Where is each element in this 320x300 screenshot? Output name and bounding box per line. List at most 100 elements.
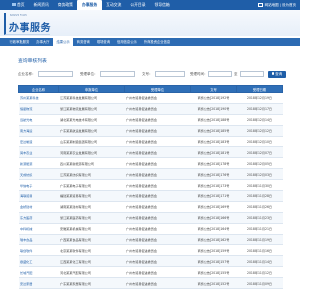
nav-item[interactable]: 领导信箱	[150, 0, 174, 10]
table-row[interactable]: 鼎盛化工 江西某某化工有限公司 广州市贸易促进委员会 商务公告[2018]157号 20…	[18, 255, 283, 268]
top-right-links[interactable]: 网站地图 | 设为首页	[257, 0, 296, 10]
table-cell: 2018年12月10日	[236, 136, 283, 148]
search-icon	[271, 71, 275, 75]
table-cell: 广州市贸易促进委员会	[124, 92, 191, 104]
company-link[interactable]: 华信电子	[18, 179, 59, 192]
company-link[interactable]: 远航光电	[18, 114, 59, 126]
table-row[interactable]: 瑞丰食品 广西某某食品有限公司 广州市贸易促进委员会 商务公告[2018]162号 20…	[18, 234, 283, 246]
table-row[interactable]: 宏达制造 山东某某制造集团有限公司 广州市贸易促进委员会 商务公告[2018]183号…	[18, 136, 283, 148]
nav-item[interactable]: 办事服务	[77, 0, 102, 10]
table-cell: 商务公告[2018]157号	[190, 255, 237, 268]
table-row[interactable]: 中科机械 安徽某某机械有限公司 广州市贸易促进委员会 商务公告[2018]164号 20…	[18, 223, 283, 235]
section-subtitle: BANSHI FUWU	[10, 13, 28, 17]
sub-nav-item[interactable]: 结果公示	[52, 38, 74, 46]
table-row[interactable]: 海联贸易 福建某某贸易有限公司 广州市贸易促进委员会 商务公告[2018]171号 20…	[18, 190, 283, 202]
company-link[interactable]: 安达家居	[18, 277, 59, 290]
company-link[interactable]: 金桥建材	[18, 201, 59, 213]
table-cell: 广州市贸易促进委员会	[124, 212, 191, 224]
company-link[interactable]: 瑞丰食品	[18, 234, 59, 246]
doc-number-input[interactable]	[155, 71, 185, 77]
nav-item[interactable]: 公开目录	[126, 0, 150, 10]
date-to-input[interactable]	[240, 71, 264, 77]
table-cell: 广州市贸易促进委员会	[124, 244, 191, 257]
table-header-row: 企业名称 申报单位 受理单位 文号 受理日期	[18, 85, 283, 93]
company-link[interactable]: 新源能源	[18, 157, 59, 170]
table-cell: 广州市贸易促进委员会	[124, 223, 191, 235]
table-cell: 福建某某贸易有限公司	[58, 190, 125, 202]
table-row[interactable]: 天成纺织 江苏某某纺织有限公司 广州市贸易促进委员会 商务公告[2018]176号 20…	[18, 168, 283, 181]
date-to-label: 至	[234, 72, 238, 76]
table-cell: 北京某某软件有限公司	[58, 244, 125, 257]
table-row[interactable]: 恒星物流 浙江某某物流发展有限公司 广州市贸易促进委员会 商务公告[2018]190号…	[18, 103, 283, 115]
table-cell: 湖南某某建材有限公司	[58, 201, 125, 213]
nav-item[interactable]: 商务政策	[53, 0, 77, 10]
table-row[interactable]: 金桥建材 湖南某某建材有限公司 广州市贸易促进委员会 商务公告[2018]169号 20…	[18, 201, 283, 213]
table-body: 苏州某某科技 江苏某某科技发展有限公司 广州市贸易促进委员会 商务公告[2018]19…	[18, 92, 283, 290]
accept-date-label: 受理时间：	[190, 72, 208, 76]
table-cell: 广东某某航运发展有限公司	[58, 125, 125, 137]
company-link[interactable]: 联创软件	[18, 244, 59, 257]
table-cell: 广州市贸易促进委员会	[124, 201, 191, 213]
search-button[interactable]: 查询	[268, 70, 286, 78]
table-row[interactable]: 东方医药 浙江某某医药有限公司 广州市贸易促进委员会 商务公告[2018]166号 20…	[18, 212, 283, 224]
table-cell: 商务公告[2018]188号	[190, 114, 237, 126]
sub-nav-item[interactable]: 办事大厅	[33, 38, 53, 46]
sub-navigation-bar: 行政审批服务 办事大厅 结果公示 商务咨询 现场查询 信用信息公示 外商投资企业信息	[0, 38, 300, 46]
table-cell: 广州市贸易促进委员会	[124, 136, 191, 148]
nav-item[interactable]: 互动交流	[102, 0, 126, 10]
table-cell: 2018年11月19日	[236, 234, 283, 246]
table-cell: 2018年11月23日	[236, 212, 283, 224]
nav-item[interactable]: 新闻资讯	[29, 0, 53, 10]
table-cell: 2018年11月09日	[236, 277, 283, 290]
table-row[interactable]: 润丰农业 河南某某农业发展有限公司 广州市贸易促进委员会 商务公告[2018]181号…	[18, 146, 283, 159]
sub-nav-item[interactable]: 外商投资企业信息	[140, 38, 173, 46]
company-link[interactable]: 宏达制造	[18, 136, 59, 148]
table-cell: 商务公告[2018]152号	[190, 277, 237, 290]
table-cell: 浙江某某医药有限公司	[58, 212, 125, 224]
company-link[interactable]: 恒星物流	[18, 103, 59, 115]
table-cell: 广州市贸易促进委员会	[124, 168, 191, 181]
company-link[interactable]: 中科机械	[18, 223, 59, 235]
table-row[interactable]: 长城汽配 河北某某汽配有限公司 广州市贸易促进委员会 商务公告[2018]155号 20…	[18, 266, 283, 279]
table-cell: 安徽某某机械有限公司	[58, 223, 125, 235]
top-navigation-bar: 首页 新闻资讯 商务政策 办事服务 互动交流 公开目录 领导信箱 网站地图 | 设为首页	[0, 0, 300, 10]
sub-nav-item[interactable]: 现场查询	[93, 38, 113, 46]
sub-nav-item[interactable]: 行政审批服务	[6, 38, 33, 46]
table-cell: 广州市贸易促进委员会	[124, 234, 191, 246]
column-header: 企业名称	[18, 85, 59, 93]
table-cell: 2018年12月07日	[236, 146, 283, 159]
sub-nav-item[interactable]: 商务咨询	[73, 38, 93, 46]
company-link[interactable]: 鼎盛化工	[18, 255, 59, 268]
table-row[interactable]: 华信电子 广东某某电子有限公司 广州市贸易促进委员会 商务公告[2018]173号 20…	[18, 179, 283, 192]
section-title: 办事服务	[9, 22, 51, 34]
search-button-label: 查询	[275, 71, 283, 76]
table-row[interactable]: 联创软件 北京某某软件有限公司 广州市贸易促进委员会 商务公告[2018]159号 20…	[18, 244, 283, 257]
nav-item-label: 互动交流	[106, 2, 122, 7]
mail-icon[interactable]	[257, 2, 263, 7]
column-header: 申报单位	[58, 85, 125, 93]
company-name-input[interactable]	[38, 71, 73, 77]
nav-item[interactable]: 首页	[7, 0, 29, 10]
company-link[interactable]: 南方海运	[18, 125, 59, 137]
top-right-text[interactable]: 网站地图 | 设为首页	[265, 3, 296, 7]
table-cell: 商务公告[2018]155号	[190, 266, 237, 279]
table-cell: 商务公告[2018]164号	[190, 223, 237, 235]
nav-item-label: 新闻资讯	[33, 2, 49, 7]
table-row[interactable]: 安达家居 广东某某家居有限公司 广州市贸易促进委员会 商务公告[2018]152号 20…	[18, 277, 283, 290]
table-row[interactable]: 新源能源 四川某某新能源有限公司 广州市贸易促进委员会 商务公告[2018]178号 2…	[18, 157, 283, 170]
company-link[interactable]: 天成纺织	[18, 168, 59, 181]
date-from-input[interactable]	[208, 71, 232, 77]
table-row[interactable]: 南方海运 广东某某航运发展有限公司 广州市贸易促进委员会 商务公告[2018]185号…	[18, 125, 283, 137]
table-cell: 2018年11月12日	[236, 266, 283, 279]
accepting-unit-input[interactable]	[100, 71, 135, 77]
table-cell: 河北某某汽配有限公司	[58, 266, 125, 279]
table-row[interactable]: 远航光电 湖北某某光电技术有限公司 广州市贸易促进委员会 商务公告[2018]188号…	[18, 114, 283, 126]
company-link[interactable]: 东方医药	[18, 212, 59, 224]
table-row[interactable]: 苏州某某科技 江苏某某科技发展有限公司 广州市贸易促进委员会 商务公告[2018]19…	[18, 92, 283, 104]
table-cell: 广东某某家居有限公司	[58, 277, 125, 290]
company-link[interactable]: 苏州某某科技	[18, 92, 59, 104]
sub-nav-item[interactable]: 信用信息公示	[114, 38, 141, 46]
company-link[interactable]: 润丰农业	[18, 146, 59, 159]
company-link[interactable]: 长城汽配	[18, 266, 59, 279]
company-link[interactable]: 海联贸易	[18, 190, 59, 202]
